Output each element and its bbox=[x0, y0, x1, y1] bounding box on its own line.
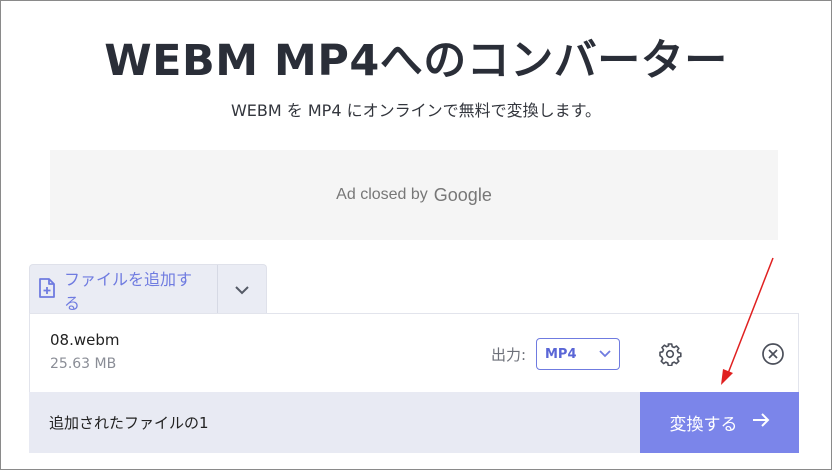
close-circle-icon[interactable] bbox=[761, 342, 785, 370]
add-file-dropdown[interactable] bbox=[217, 265, 266, 314]
add-file-label: ファイルを追加する bbox=[64, 269, 193, 313]
add-file-button[interactable]: ファイルを追加する bbox=[30, 265, 217, 314]
file-size: 25.63 MB bbox=[50, 356, 117, 372]
convert-label: 変換する bbox=[669, 415, 738, 435]
output-format-select[interactable]: MP4 bbox=[536, 338, 620, 370]
output-format-value: MP4 bbox=[545, 346, 577, 362]
file-name: 08.webm bbox=[50, 331, 120, 349]
footer-bar: 追加されたファイルの1 変換する bbox=[29, 392, 799, 453]
page-title: WEBM MP4へのコンバーター bbox=[104, 36, 728, 86]
ad-placeholder: Ad closed by Google bbox=[50, 150, 778, 240]
output-label: 出力: bbox=[491, 346, 527, 364]
ad-closed-text: Ad closed by bbox=[336, 186, 428, 203]
arrow-right-icon bbox=[752, 412, 770, 433]
ad-brand-text: Google bbox=[433, 184, 492, 205]
chevron-down-icon bbox=[235, 280, 249, 299]
file-row: 08.webm 25.63 MB 出力: MP4 bbox=[29, 313, 799, 393]
chevron-down-icon bbox=[599, 347, 611, 362]
add-file-group: ファイルを追加する bbox=[29, 264, 267, 314]
page-subtitle: WEBM を MP4 にオンラインで無料で変換します。 bbox=[230, 101, 601, 120]
convert-button[interactable]: 変換する bbox=[640, 392, 799, 453]
file-plus-icon bbox=[38, 277, 56, 303]
file-count-text: 追加されたファイルの1 bbox=[49, 414, 209, 432]
gear-icon[interactable] bbox=[658, 342, 682, 370]
